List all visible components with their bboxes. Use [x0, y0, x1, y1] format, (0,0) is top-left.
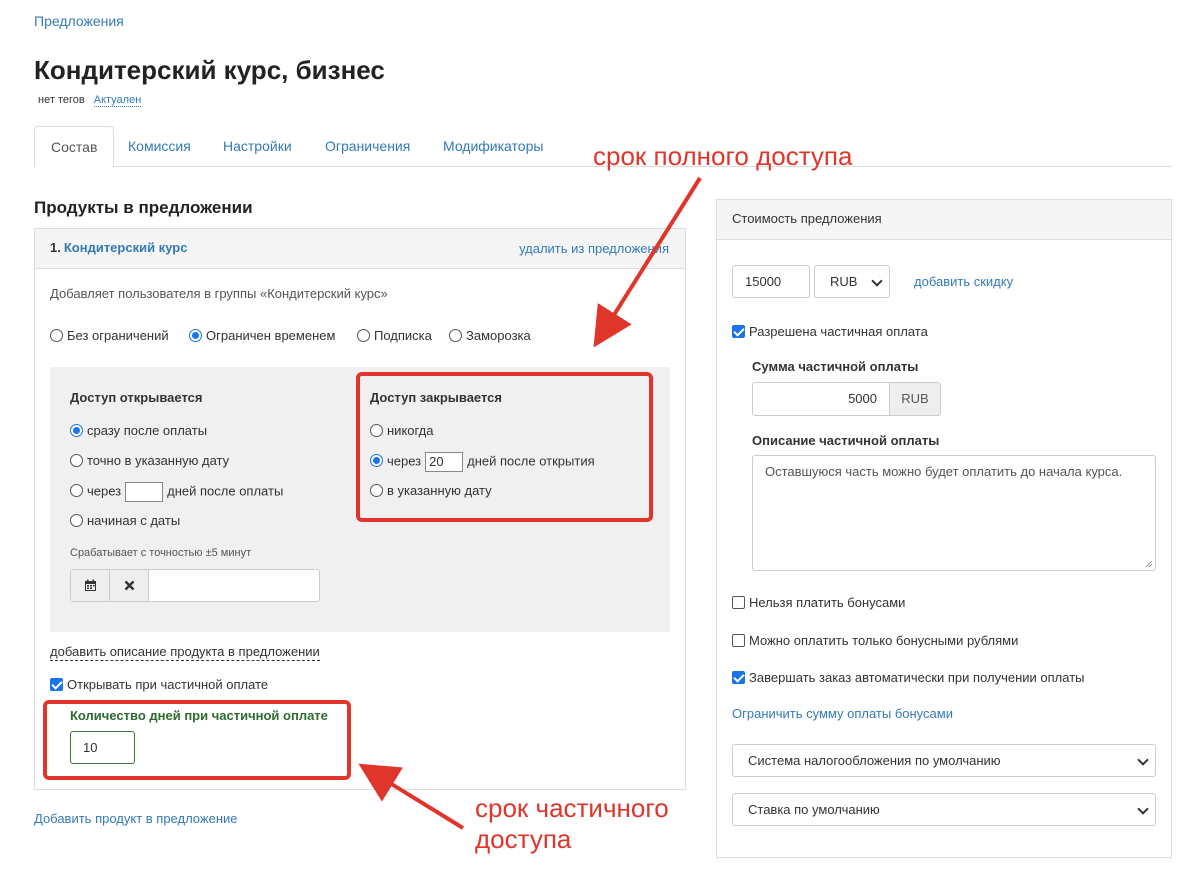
- radio-icon: [50, 329, 63, 342]
- page-title: Кондитерский курс, бизнес: [34, 55, 385, 85]
- access-opens-title: Доступ открывается: [70, 390, 203, 405]
- price-input[interactable]: 15000: [732, 265, 810, 298]
- partial-desc-text: Оставшуюся часть можно будет оплатить до…: [765, 464, 1123, 479]
- tab-composition[interactable]: Состав: [34, 126, 115, 167]
- product-number: 1.: [50, 240, 61, 255]
- annotation-frame-full-access: [356, 372, 653, 522]
- checkbox-label: Завершать заказ автоматически при получе…: [749, 670, 1085, 685]
- product-title: 1. Кондитерский курс: [50, 240, 187, 255]
- price-panel-title: Стоимость предложения: [717, 200, 1171, 240]
- partial-sum-label: Сумма частичной оплаты: [752, 359, 919, 374]
- checkbox-label: Открывать при частичной оплате: [67, 677, 269, 692]
- checkbox-label: Разрешена частичная оплата: [749, 324, 928, 339]
- checkbox-icon: [732, 596, 745, 609]
- annotation-partial-line2: доступа: [475, 824, 572, 854]
- add-product-link[interactable]: Добавить продукт в предложение: [34, 811, 238, 826]
- add-discount-link[interactable]: добавить скидку: [914, 274, 1013, 289]
- products-section-title: Продукты в предложении: [34, 198, 253, 217]
- tab-commission[interactable]: Комиссия: [112, 126, 207, 167]
- access-type-label: Ограничен временем: [206, 328, 336, 343]
- access-type-label: Заморозка: [466, 328, 531, 343]
- chevron-down-icon: [1137, 802, 1149, 815]
- tab-modifiers[interactable]: Модификаторы: [427, 126, 559, 167]
- product-name-link[interactable]: Кондитерский курс: [64, 240, 188, 255]
- partial-sum-input[interactable]: 5000: [752, 382, 890, 416]
- tax-system-select[interactable]: Система налогообложения по умолчанию: [732, 744, 1156, 777]
- resize-handle-icon[interactable]: [1143, 558, 1153, 568]
- open-on-partial-checkbox[interactable]: Открывать при частичной оплате: [50, 677, 268, 692]
- opens-immediately-option[interactable]: сразу после оплаты: [70, 423, 207, 438]
- tags-empty-label: нет тегов: [38, 94, 85, 106]
- option-label: точно в указанную дату: [87, 453, 230, 468]
- opens-exact-date-option[interactable]: точно в указанную дату: [70, 453, 229, 468]
- option-label: через: [87, 483, 122, 499]
- opens-from-date-option[interactable]: начиная с даты: [70, 513, 180, 528]
- clear-date-button[interactable]: [110, 570, 149, 601]
- opens-after-days-option[interactable]: через дней после оплаты: [70, 482, 283, 502]
- option-label: начиная с даты: [87, 513, 181, 528]
- product-panel-header: 1. Кондитерский курс удалить из предложен…: [35, 229, 685, 269]
- tab-settings[interactable]: Настройки: [207, 126, 308, 167]
- limit-bonus-link[interactable]: Ограничить сумму оплаты бонусами: [732, 706, 953, 721]
- status-link[interactable]: Актуален: [93, 94, 142, 107]
- annotation-partial-line1: срок частичного: [475, 793, 669, 823]
- breadcrumb[interactable]: Предложения: [34, 13, 124, 29]
- annotation-full-access: срок полного доступа: [593, 141, 853, 171]
- tax-rate-select[interactable]: Ставка по умолчанию: [732, 793, 1156, 826]
- partial-desc-textarea[interactable]: Оставшуюся часть можно будет оплатить до…: [752, 455, 1156, 571]
- checkbox-checked-icon: [732, 671, 745, 684]
- product-description: Добавляет пользователя в группы «Кондите…: [50, 286, 388, 301]
- auto-complete-checkbox[interactable]: Завершать заказ автоматически при получе…: [732, 670, 1085, 685]
- close-icon: [124, 580, 134, 591]
- calendar-button[interactable]: [71, 570, 110, 601]
- precision-hint: Срабатывает с точностью ±5 минут: [70, 547, 252, 559]
- radio-icon: [357, 329, 370, 342]
- radio-icon: [70, 484, 83, 498]
- checkbox-checked-icon: [50, 678, 63, 691]
- checkbox-icon: [732, 634, 745, 647]
- access-type-label: Подписка: [374, 328, 432, 343]
- checkbox-checked-icon: [732, 325, 745, 338]
- radio-icon: [70, 514, 83, 527]
- tab-restrictions[interactable]: Ограничения: [309, 126, 426, 167]
- currency-select-value: RUB: [830, 274, 858, 289]
- access-type-none[interactable]: Без ограничений: [50, 328, 169, 343]
- option-label: сразу после оплаты: [87, 423, 208, 438]
- currency-select[interactable]: RUB: [814, 265, 890, 298]
- only-bonus-checkbox[interactable]: Можно оплатить только бонусными рублями: [732, 633, 1018, 648]
- annotation-partial-access: срок частичного доступа: [475, 793, 669, 855]
- partial-allowed-checkbox[interactable]: Разрешена частичная оплата: [732, 324, 928, 339]
- radio-checked-icon: [189, 329, 202, 342]
- date-picker-group: [70, 569, 320, 602]
- tags-row: нет тегов Актуален: [38, 94, 142, 107]
- remove-product-link[interactable]: удалить из предложения: [519, 241, 669, 256]
- access-type-label: Без ограничений: [67, 328, 169, 343]
- option-label: дней после оплаты: [167, 483, 284, 499]
- chevron-down-icon: [1137, 753, 1149, 766]
- chevron-down-icon: [871, 274, 883, 287]
- annotation-frame-partial-access: [43, 700, 351, 780]
- access-type-freeze[interactable]: Заморозка: [449, 328, 531, 343]
- add-product-description-link[interactable]: добавить описание продукта в предложении: [50, 644, 320, 661]
- calendar-icon: [84, 579, 96, 591]
- access-type-time-limited[interactable]: Ограничен временем: [189, 328, 335, 343]
- tax-system-value: Система налогообложения по умолчанию: [748, 753, 1001, 768]
- radio-icon: [449, 329, 462, 342]
- opens-days-input[interactable]: [125, 482, 164, 502]
- radio-checked-icon: [70, 424, 83, 437]
- radio-icon: [70, 454, 83, 467]
- no-bonus-checkbox[interactable]: Нельзя платить бонусами: [732, 595, 905, 610]
- checkbox-label: Можно оплатить только бонусными рублями: [749, 633, 1019, 648]
- partial-desc-label: Описание частичной оплаты: [752, 433, 940, 448]
- date-input[interactable]: [149, 570, 319, 601]
- checkbox-label: Нельзя платить бонусами: [749, 595, 906, 610]
- partial-sum-currency: RUB: [889, 382, 941, 416]
- access-type-subscription[interactable]: Подписка: [357, 328, 432, 343]
- tax-rate-value: Ставка по умолчанию: [748, 802, 880, 817]
